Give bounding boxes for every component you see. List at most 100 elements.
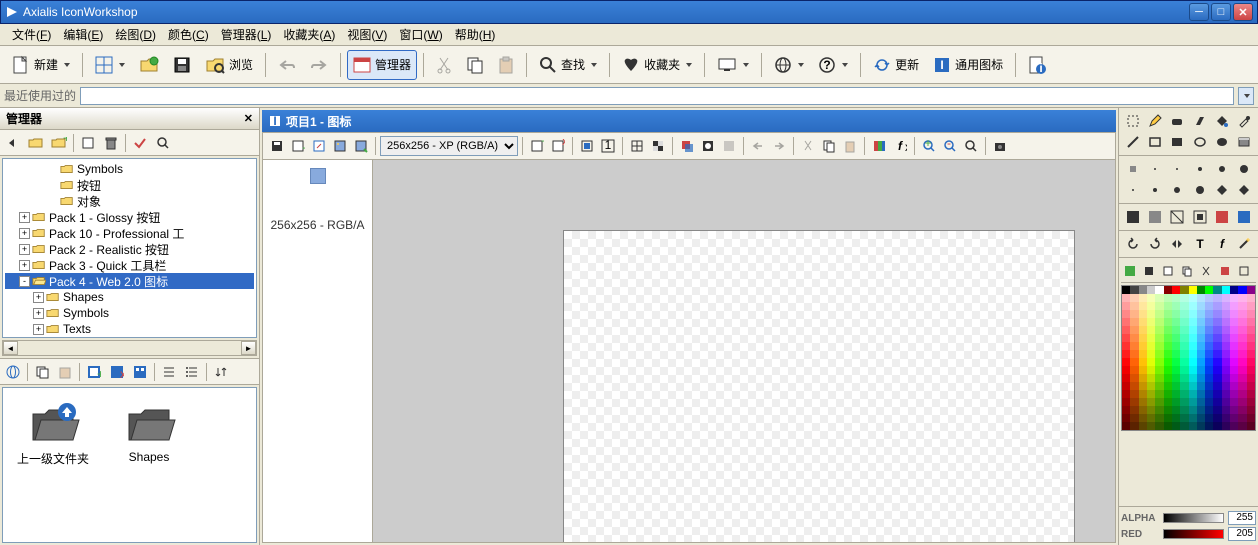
color-swatch[interactable]	[1139, 422, 1147, 430]
doc-cut-button[interactable]	[798, 136, 818, 156]
zoom-out-button[interactable]: -	[940, 136, 960, 156]
color-swatch[interactable]	[1180, 422, 1188, 430]
sq-tool[interactable]	[1122, 159, 1143, 179]
color-swatch[interactable]	[1247, 382, 1255, 390]
color-swatch[interactable]	[1213, 342, 1221, 350]
color-swatch[interactable]	[1155, 398, 1163, 406]
layer-button[interactable]	[677, 136, 697, 156]
color-swatch[interactable]	[1147, 334, 1155, 342]
color-swatch[interactable]	[1122, 286, 1130, 294]
color-swatch[interactable]	[1180, 302, 1188, 310]
tree-expand-icon[interactable]: +	[19, 212, 30, 223]
zoom-actual-button[interactable]: 1	[598, 136, 618, 156]
zoom-fit-button[interactable]	[577, 136, 597, 156]
color-swatch[interactable]	[1180, 326, 1188, 334]
tree-node[interactable]: +Pack 1 - Glossy 按钮	[5, 209, 254, 225]
color-swatch[interactable]	[1197, 374, 1205, 382]
pencil-tool[interactable]	[1144, 111, 1165, 131]
color-swatch[interactable]	[1139, 358, 1147, 366]
doc-undo-button[interactable]	[748, 136, 768, 156]
doc-edit-button[interactable]	[309, 136, 329, 156]
close-panel-button[interactable]: ✕	[244, 112, 253, 125]
pal-new-button[interactable]	[1159, 262, 1177, 280]
copy-button[interactable]	[460, 50, 490, 80]
color-swatch[interactable]	[1205, 406, 1213, 414]
color-swatch[interactable]	[1180, 310, 1188, 318]
color-swatch[interactable]	[1164, 334, 1172, 342]
display-button[interactable]	[711, 50, 755, 80]
doc-paste-button[interactable]	[840, 136, 860, 156]
color-swatch[interactable]	[1238, 326, 1246, 334]
zoom-in-button[interactable]: +	[919, 136, 939, 156]
pal-save-button[interactable]	[1140, 262, 1158, 280]
save-button[interactable]	[167, 50, 197, 80]
doc-redo-button[interactable]	[769, 136, 789, 156]
dot2-tool[interactable]	[1144, 180, 1165, 200]
color-swatch[interactable]	[1130, 390, 1138, 398]
color-swatch[interactable]	[1189, 382, 1197, 390]
color-swatch[interactable]	[1247, 342, 1255, 350]
color-swatch[interactable]	[1122, 358, 1130, 366]
color-swatch[interactable]	[1172, 310, 1180, 318]
color-swatch[interactable]	[1213, 374, 1221, 382]
color-swatch[interactable]	[1197, 390, 1205, 398]
grad2-tool[interactable]	[1144, 207, 1165, 227]
help-button[interactable]: ?	[812, 50, 854, 80]
color-swatch[interactable]	[1122, 310, 1130, 318]
color-swatch[interactable]	[1247, 294, 1255, 302]
color-swatch[interactable]	[1238, 358, 1246, 366]
color-swatch[interactable]	[1147, 342, 1155, 350]
alpha-value[interactable]: 255	[1228, 511, 1256, 525]
color-swatch[interactable]	[1230, 422, 1238, 430]
color-swatch[interactable]	[1155, 422, 1163, 430]
grad4-tool[interactable]	[1189, 207, 1210, 227]
canvas-surface[interactable]	[563, 230, 1075, 542]
nav-back-button[interactable]	[2, 132, 24, 154]
color-swatch[interactable]	[1189, 390, 1197, 398]
folder-open-button[interactable]	[25, 132, 47, 154]
close-button[interactable]: ✕	[1233, 3, 1253, 21]
color-swatch[interactable]	[1189, 342, 1197, 350]
grad5-tool[interactable]	[1211, 207, 1232, 227]
color-swatch[interactable]	[1205, 326, 1213, 334]
color-swatch[interactable]	[1213, 286, 1221, 294]
color-swatch[interactable]	[1130, 310, 1138, 318]
color-swatch[interactable]	[1238, 422, 1246, 430]
color-swatch[interactable]	[1139, 366, 1147, 374]
color-swatch[interactable]	[1147, 358, 1155, 366]
color-swatch[interactable]	[1139, 414, 1147, 422]
color-swatch[interactable]	[1230, 390, 1238, 398]
color-swatch[interactable]	[1180, 334, 1188, 342]
color-swatch[interactable]	[1147, 366, 1155, 374]
menu-f[interactable]: 文件(F)	[6, 24, 57, 45]
color-swatch[interactable]	[1147, 294, 1155, 302]
color-swatch[interactable]	[1172, 334, 1180, 342]
color-swatch[interactable]	[1130, 286, 1138, 294]
web-button[interactable]	[768, 50, 810, 80]
color-swatch[interactable]	[1130, 326, 1138, 334]
thumb-view3-button[interactable]	[129, 361, 151, 383]
color-swatch[interactable]	[1213, 406, 1221, 414]
tree-hscrollbar[interactable]: ◄►	[2, 340, 257, 356]
color-swatch[interactable]	[1205, 382, 1213, 390]
color-swatch[interactable]	[1122, 350, 1130, 358]
color-swatch[interactable]	[1230, 342, 1238, 350]
color-swatch[interactable]	[1247, 390, 1255, 398]
search-button[interactable]: 查找	[533, 50, 603, 80]
pal-switch-button[interactable]	[1216, 262, 1234, 280]
color-swatch[interactable]	[1213, 326, 1221, 334]
browse-button[interactable]: 浏览	[199, 50, 259, 80]
checker-button[interactable]	[648, 136, 668, 156]
color-swatch[interactable]	[1222, 382, 1230, 390]
color-swatch[interactable]	[1164, 342, 1172, 350]
color-swatch[interactable]	[1222, 318, 1230, 326]
color-swatch[interactable]	[1238, 294, 1246, 302]
dot1-tool[interactable]	[1144, 159, 1165, 179]
red-slider[interactable]	[1163, 529, 1224, 539]
color-swatch[interactable]	[1139, 374, 1147, 382]
dot5-tool[interactable]	[1211, 180, 1232, 200]
color-swatch[interactable]	[1122, 374, 1130, 382]
color-swatch[interactable]	[1222, 334, 1230, 342]
paste-button[interactable]	[492, 50, 520, 80]
color-swatch[interactable]	[1197, 342, 1205, 350]
